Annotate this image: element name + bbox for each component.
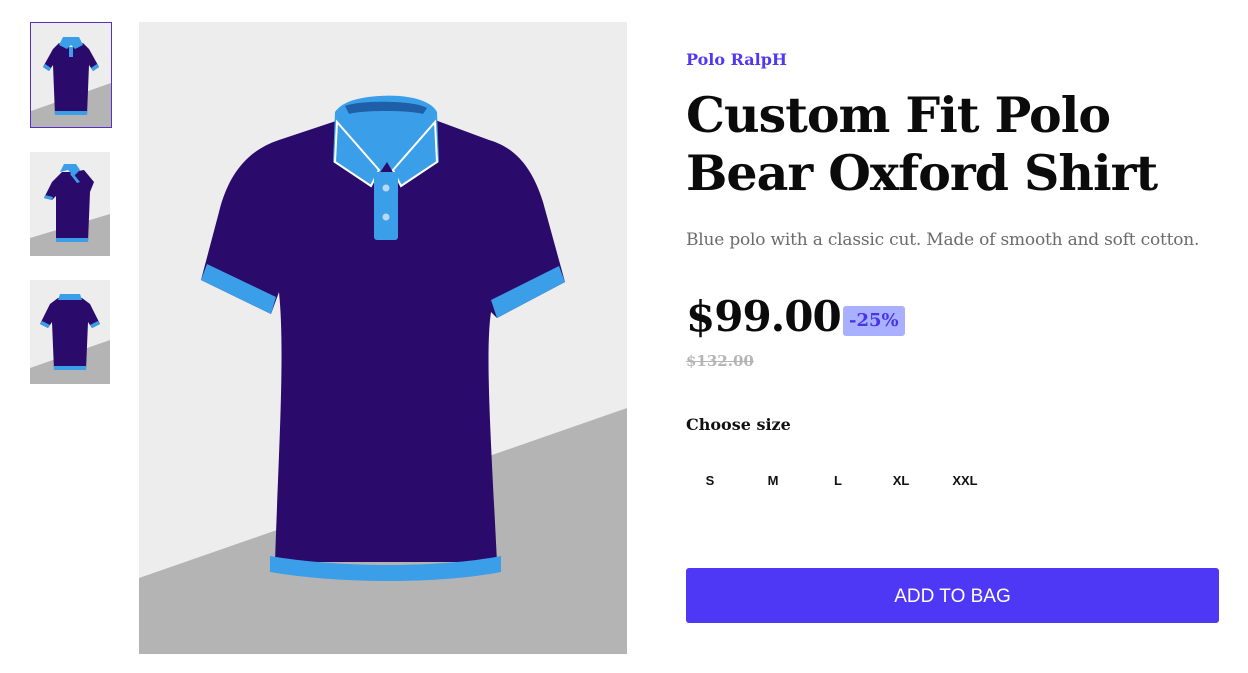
polo-back-thumbnail-image [30, 280, 110, 384]
product-title: Custom Fit Polo Bear Oxford Shirt [686, 86, 1158, 202]
polo-front-thumbnail-image [31, 23, 111, 127]
size-option-m[interactable]: M [749, 466, 797, 496]
product-description: Blue polo with a classic cut. Made of sm… [686, 230, 1200, 250]
main-product-image[interactable] [139, 22, 627, 654]
size-option-xl[interactable]: XL [877, 466, 925, 496]
thumbnail-back-view[interactable] [30, 280, 110, 384]
product-page: Polo RalpH Custom Fit Polo Bear Oxford S… [0, 0, 1248, 673]
thumbnail-front-view[interactable] [30, 22, 112, 128]
add-to-bag-button[interactable]: ADD TO BAG [686, 568, 1219, 623]
size-option-xxl[interactable]: XXL [941, 466, 989, 496]
polo-shirt-image [139, 22, 627, 654]
original-price: $132.00 [686, 352, 754, 370]
size-options: S M L XL XXL [686, 466, 1006, 496]
brand-name: Polo RalpH [686, 50, 788, 69]
size-option-l[interactable]: L [814, 466, 862, 496]
polo-side-thumbnail-image [30, 152, 110, 256]
size-selector-label: Choose size [686, 415, 791, 434]
discount-badge: -25% [843, 306, 905, 336]
size-option-s[interactable]: S [686, 466, 734, 496]
current-price: $99.00 [686, 292, 842, 341]
thumbnail-side-view[interactable] [30, 152, 110, 256]
